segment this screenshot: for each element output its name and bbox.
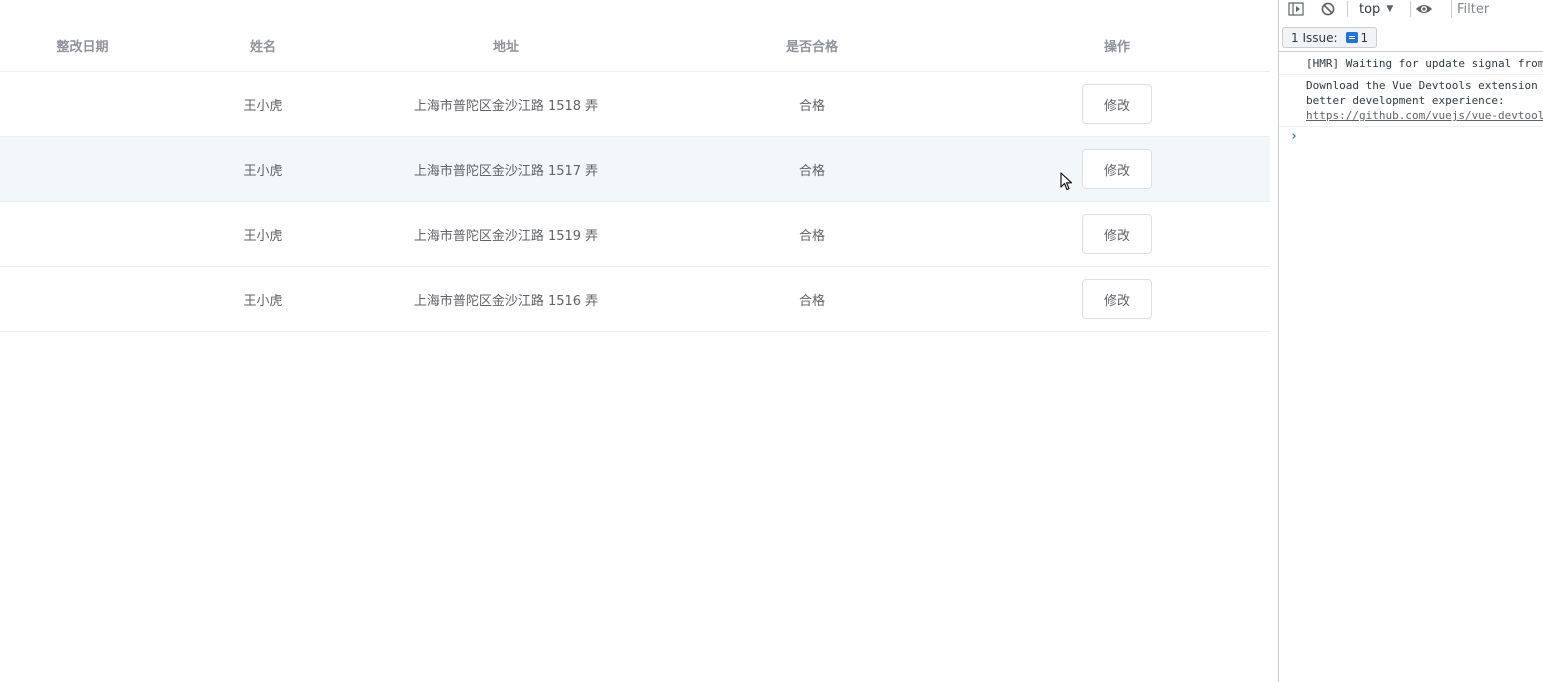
header-name[interactable]: 姓名: [163, 20, 363, 71]
table-row: 王小虎 上海市普陀区金沙江路 1517 弄 合格 修改: [0, 137, 1270, 202]
eye-icon[interactable]: [1414, 0, 1434, 18]
toolbar-divider: [1410, 1, 1411, 17]
issues-count: 1: [1360, 30, 1369, 45]
edit-button[interactable]: 修改: [1082, 279, 1152, 319]
console-message: Download the Vue Devtools extension for …: [1279, 75, 1543, 127]
issues-label: 1 Issue:: [1291, 30, 1338, 45]
issues-button[interactable]: 1 Issue: 1: [1282, 27, 1378, 48]
cell-name: 王小虎: [243, 163, 283, 179]
context-selector[interactable]: top ▼: [1359, 0, 1393, 18]
app-page: 整改日期 姓名 地址 是否合格 操作 王小虎 上海市普陀区金沙江路 1518 弄…: [0, 0, 1270, 682]
header-pass[interactable]: 是否合格: [712, 20, 912, 71]
console-message: [HMR] Waiting for update signal from WDS…: [1279, 53, 1543, 75]
cell-address: 上海市普陀区金沙江路 1519 弄: [413, 228, 599, 244]
devtools-console-panel: top ▼ Filter 1 Issue: 1 [HMR] Waiting fo…: [1278, 0, 1543, 682]
console-prompt[interactable]: ›: [1279, 127, 1543, 147]
cell-operation: 修改: [1017, 202, 1217, 266]
filter-input[interactable]: Filter: [1451, 0, 1543, 18]
cell-date: [0, 137, 165, 201]
cell-date: [0, 202, 165, 266]
cell-date: [0, 72, 165, 136]
console-messages: [HMR] Waiting for update signal from WDS…: [1279, 53, 1543, 147]
cell-address: 上海市普陀区金沙江路 1518 弄: [413, 98, 599, 114]
dropdown-arrow-icon: ▼: [1386, 4, 1394, 14]
table-header: 整改日期 姓名 地址 是否合格 操作: [0, 20, 1270, 72]
cell-operation: 修改: [1017, 72, 1217, 136]
cell-operation: 修改: [1017, 137, 1217, 201]
table-row: 王小虎 上海市普陀区金沙江路 1518 弄 合格 修改: [0, 72, 1270, 137]
edit-button[interactable]: 修改: [1082, 214, 1152, 254]
console-toolbar: top ▼ Filter: [1279, 0, 1543, 18]
clear-console-icon[interactable]: [1318, 0, 1338, 18]
table-row: 王小虎 上海市普陀区金沙江路 1516 弄 合格 修改: [0, 267, 1270, 332]
sidebar-toggle-icon[interactable]: [1286, 0, 1306, 18]
toolbar-divider: [1347, 1, 1348, 17]
console-link[interactable]: https://github.com/vuejs/vue-devtools: [1306, 109, 1543, 122]
cell-pass: 合格: [798, 163, 825, 179]
cell-pass: 合格: [798, 98, 825, 114]
table-row: 王小虎 上海市普陀区金沙江路 1519 弄 合格 修改: [0, 202, 1270, 267]
issues-bar: 1 Issue: 1: [1279, 20, 1543, 52]
cell-name: 王小虎: [243, 228, 283, 244]
cell-address: 上海市普陀区金沙江路 1517 弄: [413, 163, 599, 179]
cell-date: [0, 267, 165, 331]
cell-operation: 修改: [1017, 267, 1217, 331]
cell-name: 王小虎: [243, 293, 283, 309]
console-message-text: Download the Vue Devtools extension for …: [1306, 79, 1538, 107]
context-label: top: [1359, 1, 1381, 17]
header-operation: 操作: [1103, 40, 1130, 55]
cell-address: 上海市普陀区金沙江路 1516 弄: [413, 293, 599, 309]
edit-button[interactable]: 修改: [1082, 149, 1152, 189]
header-date[interactable]: 整改日期: [0, 20, 165, 71]
edit-button[interactable]: 修改: [1082, 84, 1152, 124]
issue-icon: [1345, 32, 1358, 43]
data-table: 整改日期 姓名 地址 是否合格 操作 王小虎 上海市普陀区金沙江路 1518 弄…: [0, 20, 1270, 332]
cursor-icon: [1060, 172, 1073, 191]
cell-name: 王小虎: [243, 98, 283, 114]
cell-pass: 合格: [798, 228, 825, 244]
header-address[interactable]: 地址: [356, 20, 656, 71]
cell-pass: 合格: [798, 293, 825, 309]
